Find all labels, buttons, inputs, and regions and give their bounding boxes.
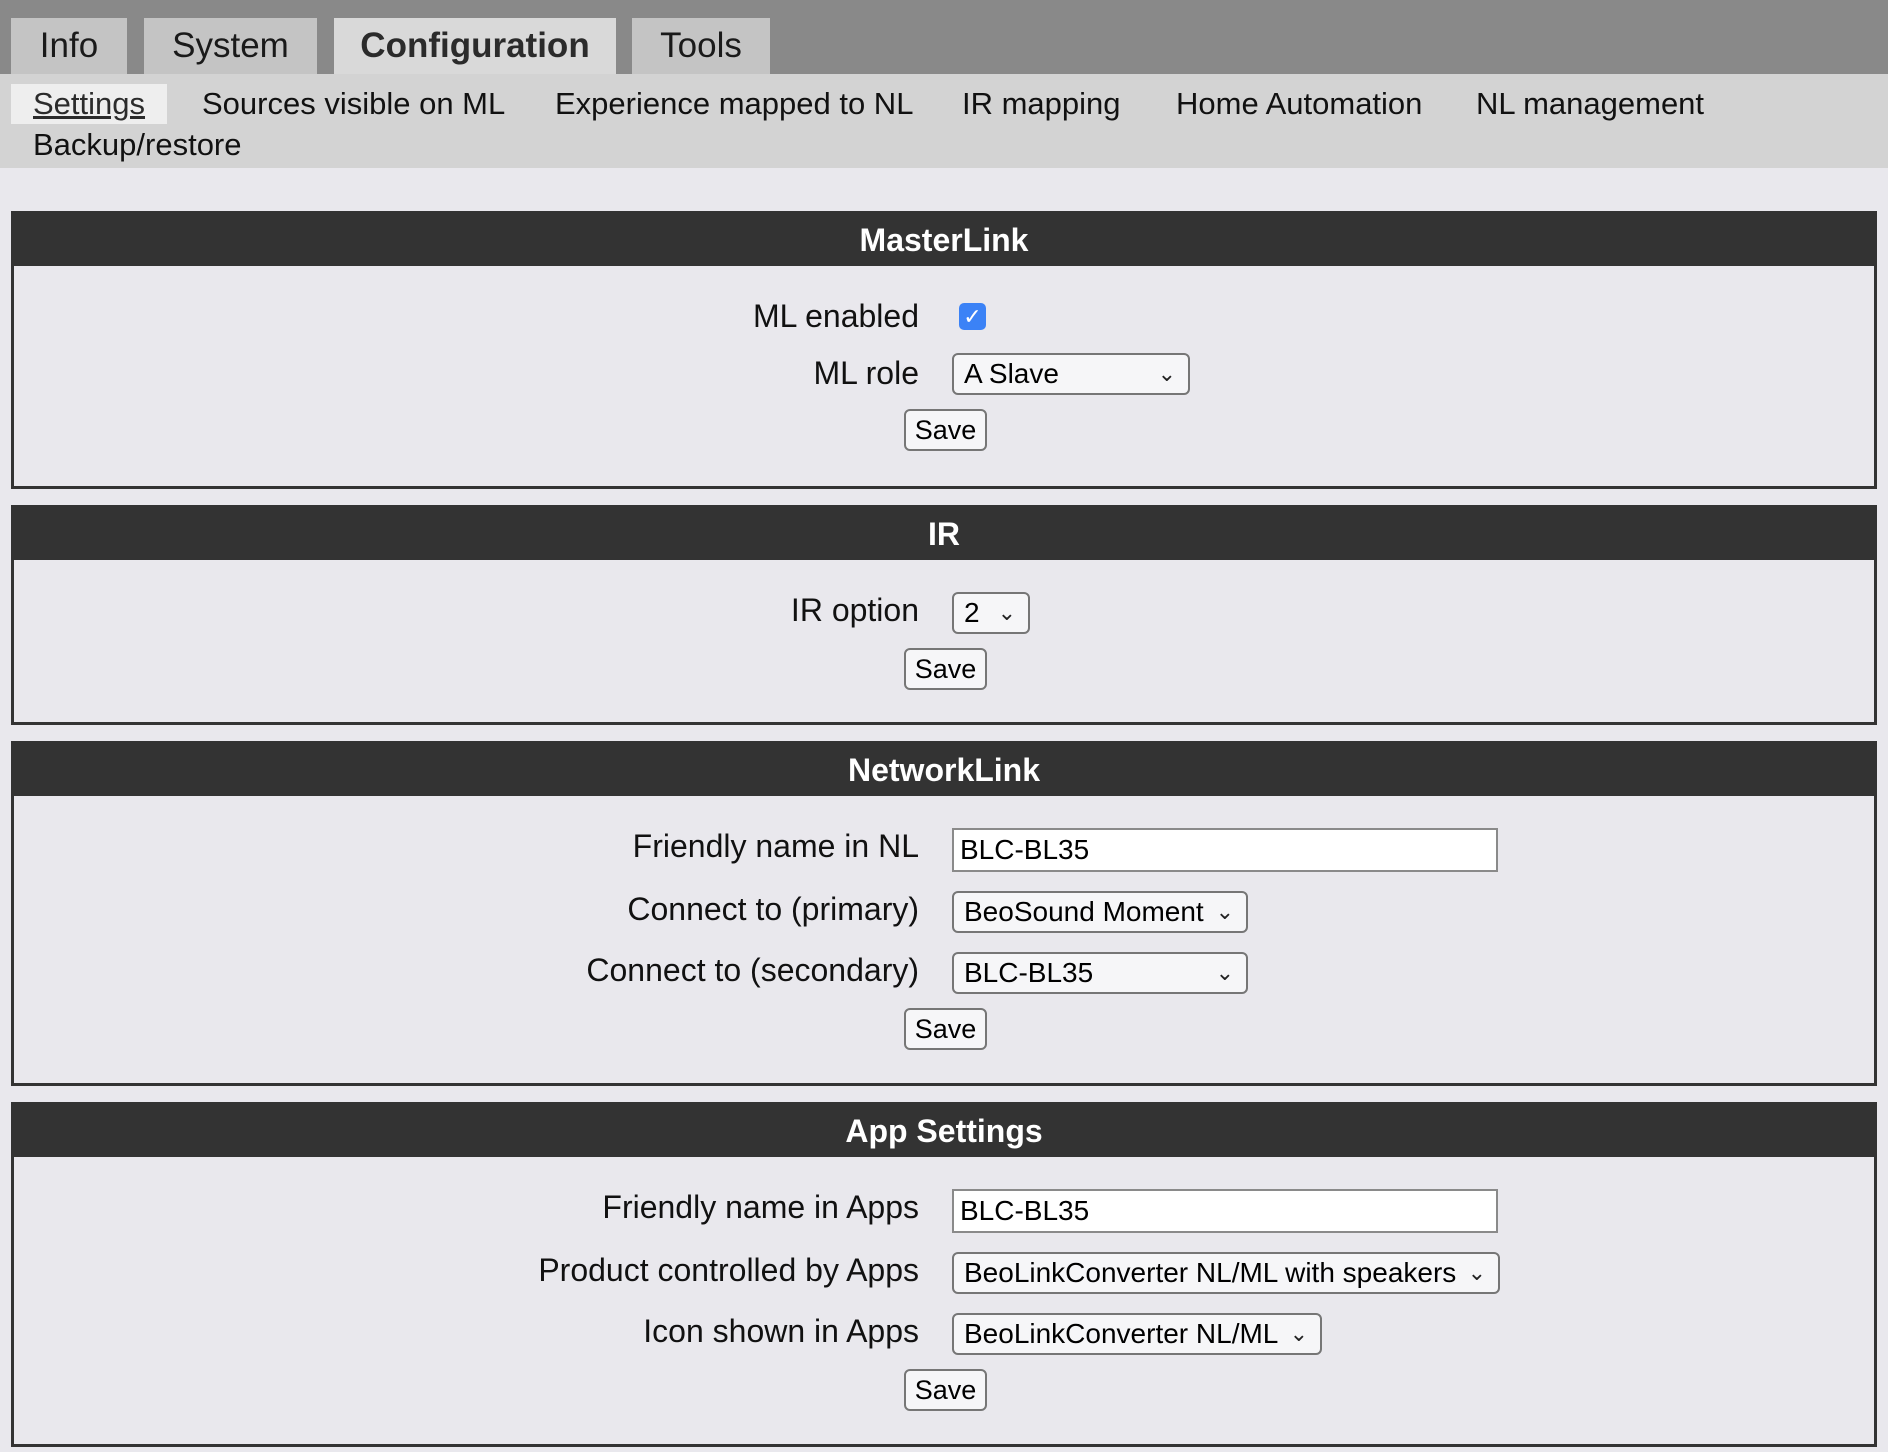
tab-info[interactable]: Info bbox=[11, 18, 127, 74]
masterlink-panel-title: MasterLink bbox=[14, 214, 1874, 266]
icon-shown-value: BeoLinkConverter NL/ML bbox=[964, 1318, 1279, 1349]
friendly-name-nl-input[interactable]: BLC-BL35 bbox=[952, 828, 1498, 872]
connect-primary-value: BeoSound Moment bbox=[964, 896, 1204, 927]
friendly-name-apps-label: Friendly name in Apps bbox=[602, 1189, 919, 1225]
chevron-down-icon: ⌄ bbox=[1215, 899, 1234, 924]
tab-configuration[interactable]: Configuration bbox=[334, 18, 616, 74]
ir-save-button[interactable]: Save bbox=[904, 648, 987, 690]
chevron-down-icon: ⌄ bbox=[1215, 960, 1234, 985]
ml-role-value: A Slave bbox=[964, 358, 1059, 389]
ir-option-value: 2 bbox=[964, 597, 980, 628]
networklink-panel: NetworkLink Friendly name in NL BLC-BL35… bbox=[11, 741, 1877, 1086]
subnav-backup-restore[interactable]: Backup/restore bbox=[33, 125, 242, 165]
ir-panel: IR IR option 2 ⌄ Save bbox=[11, 505, 1877, 725]
sub-navigation: Settings Sources visible on ML Experienc… bbox=[0, 74, 1888, 168]
checkmark-icon: ✓ bbox=[963, 304, 982, 329]
connect-secondary-label: Connect to (secondary) bbox=[586, 952, 919, 988]
friendly-name-apps-input[interactable]: BLC-BL35 bbox=[952, 1189, 1498, 1233]
app-settings-save-button[interactable]: Save bbox=[904, 1369, 987, 1411]
app-settings-panel-title: App Settings bbox=[14, 1105, 1874, 1157]
tab-tools[interactable]: Tools bbox=[632, 18, 770, 74]
ml-enabled-checkbox[interactable]: ✓ bbox=[959, 303, 986, 330]
ir-option-label: IR option bbox=[790, 592, 919, 628]
ml-role-label: ML role bbox=[813, 355, 919, 391]
subnav-nl-management[interactable]: NL management bbox=[1476, 84, 1704, 124]
product-controlled-value: BeoLinkConverter NL/ML with speakers bbox=[964, 1257, 1457, 1288]
chevron-down-icon: ⌄ bbox=[1467, 1260, 1486, 1285]
icon-shown-select[interactable]: BeoLinkConverter NL/ML ⌄ bbox=[952, 1313, 1322, 1355]
connect-secondary-select[interactable]: BLC-BL35 ⌄ bbox=[952, 952, 1248, 994]
connect-secondary-value: BLC-BL35 bbox=[964, 957, 1094, 988]
ir-option-select[interactable]: 2 ⌄ bbox=[952, 592, 1030, 634]
top-tab-bar: Info System Configuration Tools bbox=[0, 0, 1888, 74]
masterlink-save-button[interactable]: Save bbox=[904, 409, 987, 451]
networklink-panel-title: NetworkLink bbox=[14, 744, 1874, 796]
tab-system[interactable]: System bbox=[144, 18, 317, 74]
masterlink-panel: MasterLink ML enabled ✓ ML role A Slave … bbox=[11, 211, 1877, 489]
subnav-sources-visible-on-ml[interactable]: Sources visible on ML bbox=[202, 84, 505, 124]
subnav-ir-mapping[interactable]: IR mapping bbox=[962, 84, 1121, 124]
connect-primary-label: Connect to (primary) bbox=[627, 891, 919, 927]
friendly-name-nl-label: Friendly name in NL bbox=[632, 828, 919, 864]
icon-shown-label: Icon shown in Apps bbox=[643, 1313, 919, 1349]
product-controlled-select[interactable]: BeoLinkConverter NL/ML with speakers ⌄ bbox=[952, 1252, 1500, 1294]
subnav-settings[interactable]: Settings bbox=[11, 84, 168, 124]
chevron-down-icon: ⌄ bbox=[1289, 1321, 1308, 1346]
app-settings-panel: App Settings Friendly name in Apps BLC-B… bbox=[11, 1102, 1877, 1447]
subnav-experience-mapped-to-nl[interactable]: Experience mapped to NL bbox=[555, 84, 913, 124]
chevron-down-icon: ⌄ bbox=[997, 600, 1016, 625]
subnav-home-automation[interactable]: Home Automation bbox=[1176, 84, 1422, 124]
product-controlled-label: Product controlled by Apps bbox=[538, 1252, 919, 1288]
ml-role-select[interactable]: A Slave ⌄ bbox=[952, 353, 1190, 395]
ir-panel-title: IR bbox=[14, 508, 1874, 560]
connect-primary-select[interactable]: BeoSound Moment ⌄ bbox=[952, 891, 1248, 933]
ml-enabled-label: ML enabled bbox=[752, 298, 919, 334]
chevron-down-icon: ⌄ bbox=[1157, 361, 1176, 386]
networklink-save-button[interactable]: Save bbox=[904, 1008, 987, 1050]
